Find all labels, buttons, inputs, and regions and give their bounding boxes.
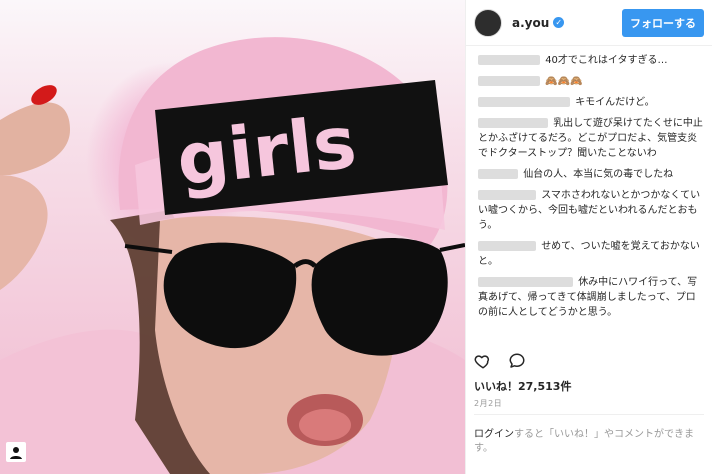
comment-item: せめて、ついた嘘を覚えておかないと。 — [478, 239, 703, 269]
login-link[interactable]: ログイン — [474, 429, 514, 440]
avatar[interactable] — [474, 8, 502, 37]
comment-icon[interactable] — [508, 352, 526, 374]
comments-list: 40才でこれはイタすぎる… 🙈🙈🙈 キモイんだけど。 乳出して遊び呆けてたくせに… — [478, 53, 703, 326]
redacted-username — [478, 76, 540, 86]
instagram-post-embed: girls a.you ✓ フォローする 40才でこれはイタすぎる… 🙈🙈🙈 キ… — [0, 0, 712, 474]
login-prompt: ログインすると「いいね！」やコメントができます。 — [474, 428, 704, 456]
redacted-username — [478, 190, 536, 200]
comment-item: 40才でこれはイタすぎる… — [478, 53, 703, 68]
finger — [0, 102, 70, 175]
post-date: 2月2日 — [474, 399, 503, 408]
redacted-username — [478, 241, 536, 251]
tongue — [299, 409, 351, 441]
photo-illustration: girls — [0, 37, 465, 474]
comment-item: 🙈🙈🙈 — [478, 74, 703, 89]
comment-text: キモイんだけど。 — [575, 97, 655, 108]
likes-count[interactable]: いいね！27,513件 — [474, 378, 571, 394]
follow-button[interactable]: フォローする — [622, 8, 704, 37]
comment-item: 乳出して遊び呆けてたくせに中止とかふざけてるだろ。どこがプロだよ、気管支炎でドク… — [478, 116, 703, 161]
post-photo[interactable]: girls — [0, 0, 465, 474]
redacted-username — [478, 169, 518, 179]
post-actions — [474, 352, 526, 374]
comment-text: 仙台の人、本当に気の毒でしたね — [523, 169, 674, 180]
hand-lower — [0, 175, 48, 290]
sunglasses-arm-right — [439, 243, 465, 252]
comment-item: 休み中にハワイ行って、写真あげて、帰ってきて体調崩しましたって、プロの前に人とし… — [478, 275, 703, 320]
redacted-username — [478, 97, 570, 107]
heart-icon[interactable] — [474, 352, 492, 374]
user-tag-icon[interactable] — [6, 442, 26, 462]
verified-check-icon: ✓ — [553, 17, 565, 28]
comment-item: 仙台の人、本当に気の毒でしたね — [478, 167, 703, 182]
post-header: a.you ✓ フォローする — [466, 0, 712, 46]
divider — [474, 414, 704, 415]
comment-item: キモイんだけど。 — [478, 95, 703, 110]
hand — [0, 85, 70, 290]
redacted-username — [478, 55, 540, 65]
comment-text: 40才でこれはイタすぎる… — [545, 55, 668, 66]
redacted-username — [478, 118, 548, 128]
username[interactable]: a.you — [512, 16, 549, 30]
post-sidebar: a.you ✓ フォローする 40才でこれはイタすぎる… 🙈🙈🙈 キモイんだけど… — [465, 0, 712, 474]
sunglasses-lens-right — [311, 238, 448, 356]
mouth — [287, 394, 363, 446]
comment-text: 🙈🙈🙈 — [545, 76, 583, 87]
comment-item: スマホさわれないとかつかなくていい嘘つくから、今回も嘘だといわれるんだとおもう。 — [478, 188, 703, 233]
redacted-username — [478, 277, 573, 287]
user-tag-icon-glyph — [10, 447, 22, 459]
